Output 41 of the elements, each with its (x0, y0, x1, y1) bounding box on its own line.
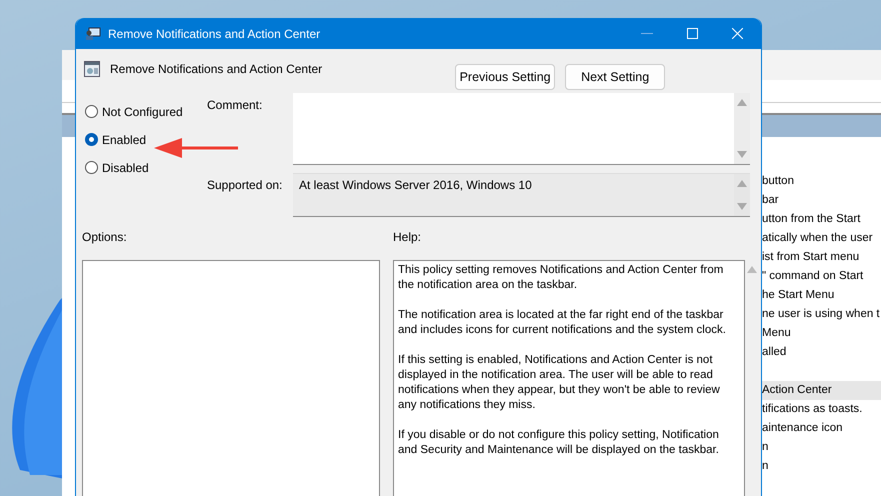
setting-nav-button[interactable]: Previous Setting (455, 64, 556, 90)
policy-list-item[interactable]: atically when the user (760, 229, 881, 248)
radio-label[interactable]: Disabled (102, 160, 149, 174)
options-label: Options: (82, 230, 128, 246)
comment-field[interactable] (293, 93, 750, 165)
policy-list-item[interactable]: he Start Menu (760, 286, 881, 305)
supported-on-label: Supported on: (207, 177, 284, 192)
policy-list-item[interactable]: Menu (760, 324, 881, 343)
policy-list-item[interactable]: Action Center (760, 381, 881, 400)
window-title: Remove Notifications and Action Center (108, 26, 320, 40)
policy-icon (84, 61, 100, 77)
radio-button[interactable] (85, 133, 98, 146)
policy-name: Remove Notifications and Action Center (110, 62, 322, 76)
comment-label: Comment: (207, 97, 264, 112)
help-paragraph: If you disable or do not configure this policy setting, Notification and Security and Maintenance will be displayed on the taskbar. (398, 428, 720, 458)
help-paragraph: If this setting is enabled, Notifications and Action Center is not displayed in the notification area. The user will be able to read notifications when they appear, but they won't be able to review any notifications they miss. (398, 353, 721, 413)
policy-list-item[interactable]: aintenance icon (760, 419, 881, 438)
maximize-icon[interactable] (687, 28, 698, 39)
radio-button[interactable] (85, 161, 98, 174)
policy-list-item[interactable]: ne user is using when t (760, 305, 881, 324)
help-label: Help: (393, 230, 422, 246)
radio-label[interactable]: Not Configured (102, 104, 183, 118)
policy-list-item[interactable]: utton from the Start (760, 210, 881, 229)
policy-list-item[interactable]: bar (760, 191, 881, 210)
policy-list-item[interactable]: ist from Start menu (760, 248, 881, 267)
scrollbar[interactable] (734, 93, 750, 164)
policy-list-item[interactable]: button (760, 172, 881, 191)
radio-button[interactable] (85, 105, 98, 118)
help-paragraph: This policy setting removes Notifications and Action Center from the notification area on the taskbar. (398, 263, 724, 293)
policy-list-item[interactable]: alled (760, 343, 881, 362)
computer-user-icon (85, 26, 101, 40)
policy-list-item[interactable]: " command on Start (760, 267, 881, 286)
policy-list-item[interactable]: tifications as toasts. (760, 400, 881, 419)
supported-on-value: At least Windows Server 2016, Windows 10 (298, 177, 533, 194)
scrollbar[interactable] (734, 174, 750, 216)
close-icon[interactable] (732, 28, 743, 39)
setting-nav-button[interactable]: Next Setting (565, 64, 666, 90)
radio-label[interactable]: Enabled (102, 132, 146, 146)
policy-list-item[interactable]: n (760, 438, 881, 457)
help-paragraph: The notification area is located at the far right end of the taskbar and includes icons for current notifications and the system clock. (398, 308, 727, 338)
policy-list-item[interactable]: n (760, 457, 881, 476)
